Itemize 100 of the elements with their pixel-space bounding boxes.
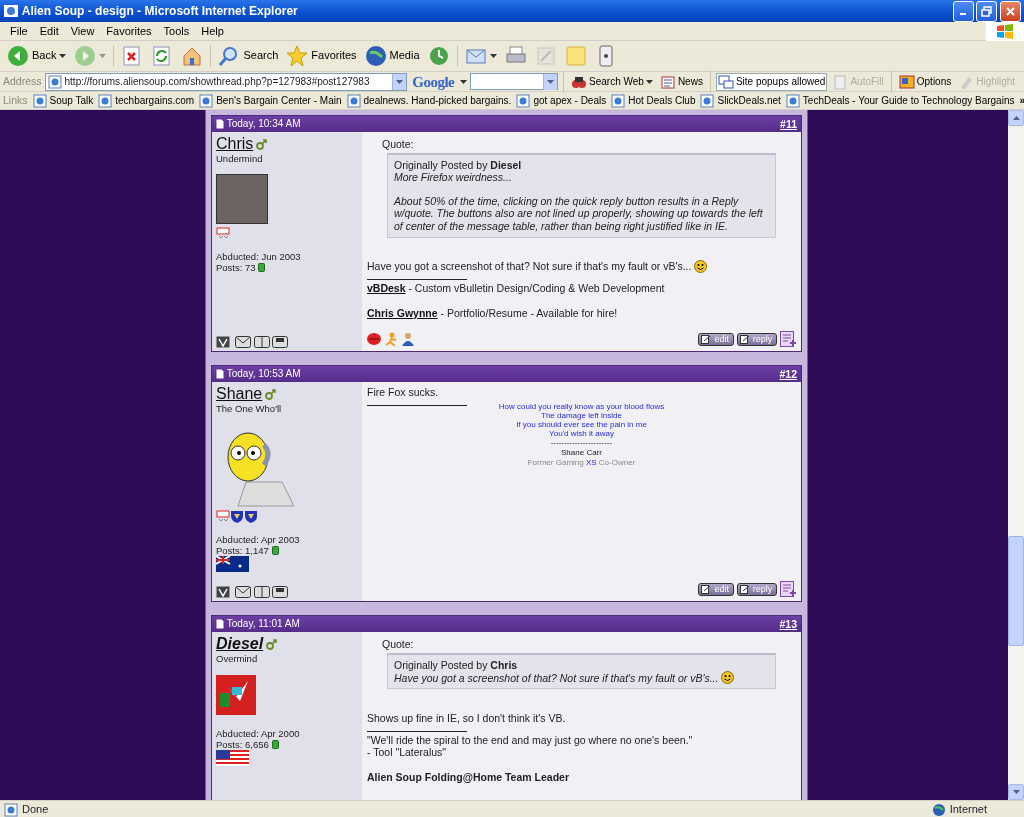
signature-line: Chris Gwynne - Portfolio/Resume - Available for hire! (367, 306, 619, 320)
running-figure-icon (383, 332, 398, 347)
menu-item[interactable]: Edit (33, 21, 65, 41)
search-web-button[interactable]: Search Web (569, 72, 655, 91)
options-icon (898, 73, 915, 90)
book-icon[interactable] (253, 586, 270, 599)
history-icon (427, 45, 450, 67)
options-button[interactable]: Options (896, 72, 954, 91)
username-link[interactable]: Shane (216, 385, 263, 404)
media-button[interactable]: Media (361, 43, 423, 69)
rank-badge-icon (216, 508, 230, 523)
username-link[interactable]: Chris (216, 135, 254, 153)
globe-icon (364, 45, 387, 67)
minimize-button[interactable] (952, 0, 974, 22)
scroll-up-icon[interactable] (1012, 116, 1020, 120)
pencil-page-icon (739, 584, 750, 594)
male-symbol-icon (265, 388, 276, 400)
page-icon (47, 74, 62, 89)
dropdown-arrow-icon[interactable] (460, 79, 468, 84)
link-item[interactable]: SlickDeals.net (700, 93, 781, 108)
signature-lyric: The damage left inside (541, 410, 622, 420)
menu-item[interactable]: Favorites (100, 21, 158, 41)
scroll-bar[interactable] (1008, 110, 1024, 800)
dropdown-arrow-icon (59, 54, 67, 58)
message-text: Fire Fox sucks. (367, 386, 439, 399)
join-date: Abducted: Apr 2000 (216, 727, 301, 739)
newspaper-icon (659, 73, 676, 90)
signature-link[interactable]: vBDesk (367, 282, 406, 295)
link-item[interactable]: techbargains.com (98, 93, 195, 108)
user-title: The One Who'll (216, 403, 283, 415)
quote-author: Originally Posted by Diesel (394, 158, 523, 172)
page-icon (700, 93, 715, 108)
avatar-picture (216, 674, 256, 715)
favorites-button[interactable]: Favorites (283, 43, 360, 69)
page-icon (199, 93, 214, 108)
note-icon (564, 45, 587, 67)
quote-label: Quote: (382, 638, 415, 651)
avatar-photo-placeholder (216, 174, 268, 225)
join-date: Abducted: Apr 2003 (216, 533, 301, 545)
post-number-link[interactable]: #11 (780, 117, 797, 131)
shield-icon (244, 508, 258, 523)
username-link[interactable]: Diesel (216, 635, 264, 654)
restore-icon[interactable] (981, 5, 993, 17)
popups-button[interactable]: Site popups allowed (715, 72, 828, 91)
google-search-field[interactable] (470, 73, 559, 90)
profile-icon[interactable] (216, 586, 232, 599)
page-icon (611, 93, 626, 108)
link-item[interactable]: got apex - Deals (516, 93, 607, 108)
book-icon[interactable] (253, 336, 270, 349)
links-label: Links (3, 94, 28, 107)
scroll-thumb[interactable] (1008, 536, 1024, 646)
close-button[interactable] (1000, 0, 1021, 22)
menu-item[interactable]: File (4, 21, 34, 41)
quote-text: Have you got a screenshot of that? Not sure if that's my fault or vB's... (394, 671, 719, 685)
menu-item[interactable]: Tools (157, 21, 196, 41)
online-status-icon (258, 263, 266, 273)
back-button[interactable]: Back (4, 43, 70, 69)
rank-badge-icon (216, 226, 230, 241)
post-number-link[interactable]: #12 (779, 367, 797, 381)
more-links-button[interactable]: » (1019, 94, 1024, 107)
signature-lyric: You'd wish it away (549, 428, 614, 438)
online-status-icon (271, 739, 279, 749)
signature-text: - Tool "Lateralus" (367, 746, 448, 759)
link-item[interactable]: Ben's Bargain Center - Main (199, 93, 342, 108)
envelope-icon[interactable] (234, 586, 251, 599)
post-count: Posts: 1,147 (216, 544, 269, 556)
quick-reply-icon[interactable] (780, 581, 796, 598)
restore-button[interactable] (976, 0, 998, 22)
signature-dashes: ----------------------- (550, 437, 613, 448)
post-count: Posts: 73 (216, 262, 256, 274)
link-item[interactable]: TechDeals - Your Guide to Technology Bargains (785, 93, 1015, 108)
post-date: Today, 10:53 AM (226, 368, 301, 381)
post-count: Posts: 6,656 (216, 738, 269, 750)
quote-author: Originally Posted by Chris (394, 658, 519, 672)
page-icon (98, 93, 113, 108)
envelope-icon[interactable] (234, 336, 251, 349)
globe-icon (931, 803, 946, 817)
flag-icon (216, 749, 249, 766)
address-field[interactable]: http://forums.aliensoup.com/showthread.php?p=127983#post127983 (44, 72, 407, 91)
menu-item[interactable]: View (64, 21, 101, 41)
signature-link[interactable]: Chris Gwynne (367, 306, 438, 319)
ie-icon (3, 3, 19, 19)
form-icon (832, 73, 849, 90)
close-icon[interactable] (1005, 5, 1016, 17)
search-button[interactable]: Search (215, 43, 282, 69)
link-item[interactable]: Soup Talk (32, 93, 94, 108)
link-item[interactable]: dealnews. Hand-picked bargains. (346, 93, 512, 108)
news-button[interactable]: News (657, 72, 705, 91)
message-text: Shows up fine in IE, so I don't think it's VB. (367, 711, 566, 725)
post-date: Today, 11:01 AM (226, 618, 300, 631)
dropdown-arrow-icon (645, 79, 653, 84)
profile-icon[interactable] (216, 336, 232, 349)
scroll-down-icon[interactable] (1012, 790, 1020, 794)
link-item[interactable]: Hot Deals Club (611, 93, 696, 108)
post-number-link[interactable]: #13 (779, 617, 797, 631)
signature-name: Shane Carr (561, 447, 602, 458)
signature-text: "We'll ride the spiral to the end and may just go where no one's been." (367, 733, 694, 747)
google-logo: Google (412, 72, 455, 91)
menu-item[interactable]: Help (195, 21, 230, 41)
quick-reply-icon[interactable] (780, 331, 796, 348)
